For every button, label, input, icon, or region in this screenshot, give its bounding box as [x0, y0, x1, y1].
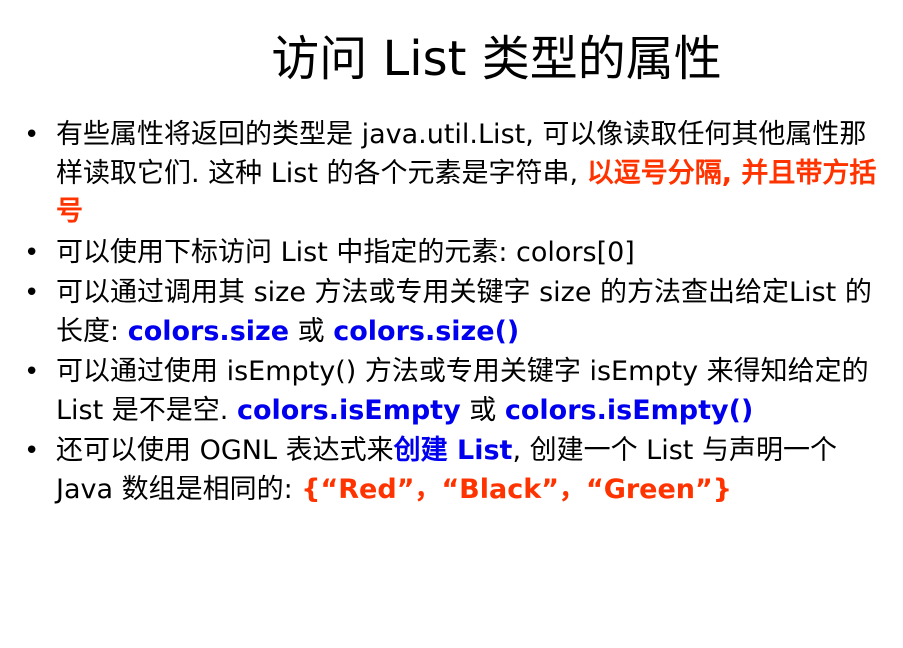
- bullet-dot-icon: •: [24, 436, 40, 466]
- bullet-list: • 有些属性将返回的类型是 java.util.List, 可以像读取任何其他属…: [24, 116, 882, 511]
- bullet-dot-icon: •: [24, 357, 40, 387]
- slide: 访问 List 类型的属性 • 有些属性将返回的类型是 java.util.Li…: [0, 0, 903, 648]
- highlight-red-text: {“Red”，“Black”，“Green”}: [301, 473, 732, 505]
- bullet-dot-icon: •: [24, 120, 40, 150]
- bullet-item: • 有些属性将返回的类型是 java.util.List, 可以像读取任何其他属…: [24, 116, 882, 232]
- bullet-item: • 可以通过调用其 size 方法或专用关键字 size 的方法查出给定List…: [24, 274, 882, 351]
- bullet-text-segment: 还可以使用 OGNL 表达式来: [56, 435, 394, 466]
- bullet-dot-icon: •: [24, 237, 40, 268]
- code-blue-text: colors.size(): [333, 315, 520, 347]
- code-blue-text: 创建 List: [393, 435, 513, 466]
- bullet-text-segment: 或: [289, 315, 334, 347]
- slide-title: 访问 List 类型的属性: [271, 31, 722, 87]
- bullet-item: • 还可以使用 OGNL 表达式来创建 List, 创建一个 List 与声明一…: [24, 432, 882, 509]
- bullet-text-segment: 可以使用下标访问 List 中指定的元素: colors[0]: [56, 236, 635, 268]
- code-blue-text: colors.isEmpty(): [504, 394, 754, 426]
- bullet-dot-icon: •: [24, 278, 40, 308]
- code-blue-text: colors.size: [127, 315, 290, 347]
- bullet-item: • 可以通过使用 isEmpty() 方法或专用关键字 isEmpty 来得知给…: [24, 353, 882, 430]
- bullet-text-segment: 或: [460, 394, 505, 426]
- code-blue-text: colors.isEmpty: [236, 394, 461, 426]
- bullet-item: • 可以使用下标访问 List 中指定的元素: colors[0]: [24, 234, 882, 273]
